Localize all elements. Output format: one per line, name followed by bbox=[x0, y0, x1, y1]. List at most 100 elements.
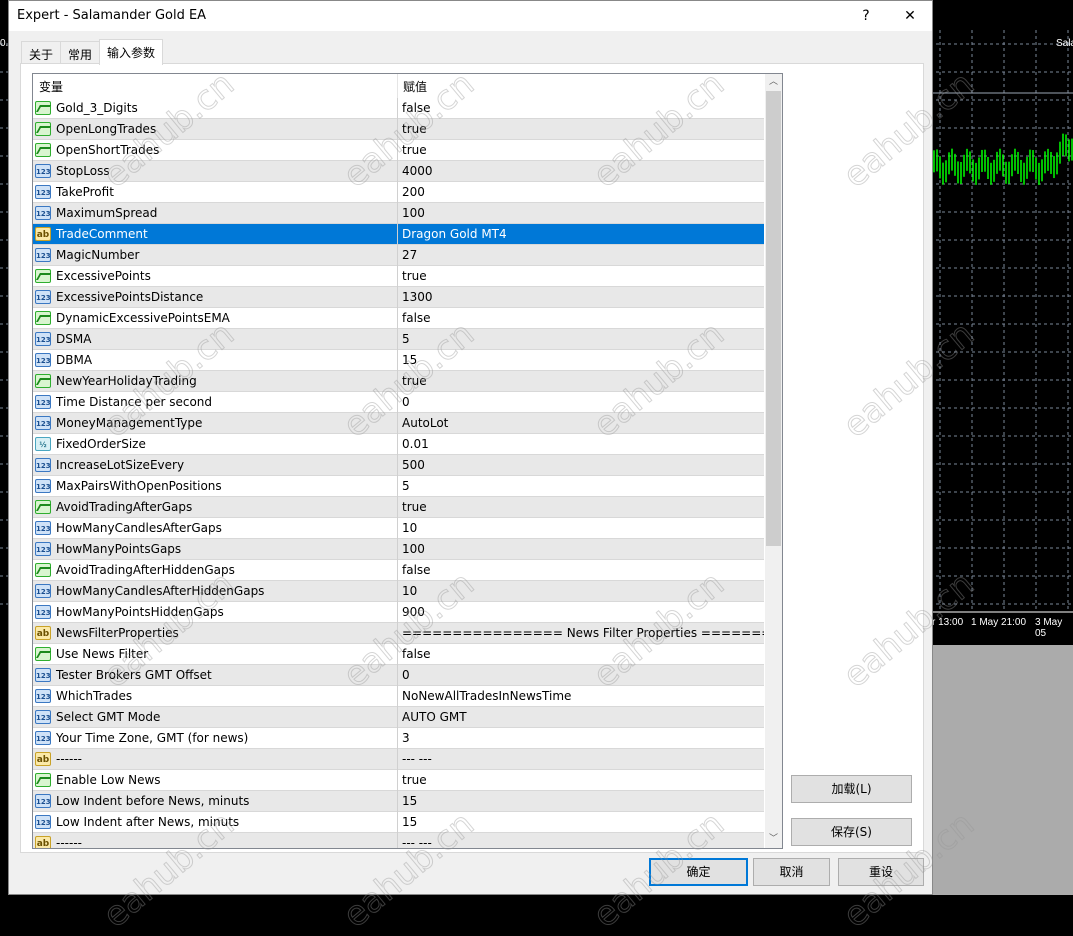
parameter-row[interactable]: 123 TakeProfit 200 bbox=[33, 181, 764, 203]
tab-inputs[interactable]: 输入参数 bbox=[99, 39, 164, 65]
parameter-name-cell[interactable]: 123 HowManyCandlesAfterHiddenGaps bbox=[33, 580, 398, 602]
parameter-name-cell[interactable]: AvoidTradingAfterHiddenGaps bbox=[33, 559, 398, 581]
parameter-name-cell[interactable]: 123 Your Time Zone, GMT (for news) bbox=[33, 727, 398, 749]
parameter-row[interactable]: DynamicExcessivePointsEMA false bbox=[33, 307, 764, 329]
parameter-value[interactable]: true bbox=[398, 122, 764, 136]
parameter-row[interactable]: 123 ExcessivePointsDistance 1300 bbox=[33, 286, 764, 308]
parameter-value[interactable]: true bbox=[398, 374, 764, 388]
parameter-value[interactable]: --- --- bbox=[398, 836, 764, 848]
parameter-value[interactable]: 15 bbox=[398, 794, 764, 808]
parameter-value[interactable]: 3 bbox=[398, 731, 764, 745]
parameter-name-cell[interactable]: AvoidTradingAfterGaps bbox=[33, 496, 398, 518]
parameter-name-cell[interactable]: 123 Time Distance per second bbox=[33, 391, 398, 413]
parameter-value[interactable]: false bbox=[398, 563, 764, 577]
vertical-scrollbar[interactable]: ︿ ﹀ bbox=[765, 74, 782, 848]
parameter-value[interactable]: 15 bbox=[398, 815, 764, 829]
parameter-name-cell[interactable]: 123 TakeProfit bbox=[33, 181, 398, 203]
parameter-name-cell[interactable]: 123 StopLoss bbox=[33, 160, 398, 182]
parameter-row[interactable]: 123 Tester Brokers GMT Offset 0 bbox=[33, 664, 764, 686]
parameter-value[interactable]: false bbox=[398, 647, 764, 661]
parameter-row[interactable]: ab ------ --- --- bbox=[33, 748, 764, 770]
parameter-value[interactable]: 4000 bbox=[398, 164, 764, 178]
tab-common[interactable]: 常用 bbox=[60, 41, 101, 65]
parameter-name-cell[interactable]: 123 MaximumSpread bbox=[33, 202, 398, 224]
parameter-name-cell[interactable]: 123 MagicNumber bbox=[33, 244, 398, 266]
parameter-row[interactable]: Enable Low News true bbox=[33, 769, 764, 791]
parameter-value[interactable]: AUTO GMT bbox=[398, 710, 764, 724]
parameter-value[interactable]: 10 bbox=[398, 521, 764, 535]
parameter-row[interactable]: AvoidTradingAfterGaps true bbox=[33, 496, 764, 518]
parameter-row[interactable]: 123 MagicNumber 27 bbox=[33, 244, 764, 266]
parameter-value[interactable]: 0 bbox=[398, 668, 764, 682]
parameter-value[interactable]: Dragon Gold MT4 bbox=[398, 227, 764, 241]
parameter-value[interactable]: 200 bbox=[398, 185, 764, 199]
parameter-row[interactable]: 123 MoneyManagementType AutoLot bbox=[33, 412, 764, 434]
parameter-value[interactable]: 5 bbox=[398, 332, 764, 346]
parameter-row[interactable]: 123 HowManyPointsHiddenGaps 900 bbox=[33, 601, 764, 623]
reset-button[interactable]: 重设 bbox=[838, 858, 924, 886]
parameter-name-cell[interactable]: OpenLongTrades bbox=[33, 118, 398, 140]
parameter-value[interactable]: 0.01 bbox=[398, 437, 764, 451]
parameter-row[interactable]: 123 Low Indent after News, minuts 15 bbox=[33, 811, 764, 833]
scroll-down-icon[interactable]: ﹀ bbox=[765, 831, 782, 848]
parameter-name-cell[interactable]: ExcessivePoints bbox=[33, 265, 398, 287]
parameter-name-cell[interactable]: 123 Select GMT Mode bbox=[33, 706, 398, 728]
column-header-variable[interactable]: 变量 bbox=[39, 78, 63, 95]
parameter-row[interactable]: 123 HowManyCandlesAfterHiddenGaps 10 bbox=[33, 580, 764, 602]
parameter-name-cell[interactable]: 123 ExcessivePointsDistance bbox=[33, 286, 398, 308]
parameter-value[interactable]: 0 bbox=[398, 395, 764, 409]
parameter-row[interactable]: 123 DSMA 5 bbox=[33, 328, 764, 350]
parameter-name-cell[interactable]: 123 Tester Brokers GMT Offset bbox=[33, 664, 398, 686]
parameter-row[interactable]: OpenLongTrades true bbox=[33, 118, 764, 140]
parameter-row[interactable]: Use News Filter false bbox=[33, 643, 764, 665]
parameter-row[interactable]: 123 HowManyPointsGaps 100 bbox=[33, 538, 764, 560]
parameter-value[interactable]: true bbox=[398, 143, 764, 157]
parameter-row[interactable]: AvoidTradingAfterHiddenGaps false bbox=[33, 559, 764, 581]
parameter-value[interactable]: false bbox=[398, 101, 764, 115]
parameter-value[interactable]: 900 bbox=[398, 605, 764, 619]
ok-button[interactable]: 确定 bbox=[649, 858, 748, 886]
cancel-button[interactable]: 取消 bbox=[753, 858, 830, 886]
parameter-row[interactable]: OpenShortTrades true bbox=[33, 139, 764, 161]
parameter-name-cell[interactable]: ab NewsFilterProperties bbox=[33, 622, 398, 644]
parameter-row[interactable]: 123 HowManyCandlesAfterGaps 10 bbox=[33, 517, 764, 539]
parameter-name-cell[interactable]: ab ------ bbox=[33, 832, 398, 848]
column-header-value[interactable]: 赋值 bbox=[403, 78, 427, 95]
parameter-name-cell[interactable]: 123 HowManyPointsHiddenGaps bbox=[33, 601, 398, 623]
parameter-name-cell[interactable]: Enable Low News bbox=[33, 769, 398, 791]
parameter-name-cell[interactable]: 123 IncreaseLotSizeEvery bbox=[33, 454, 398, 476]
parameter-row[interactable]: 123 Time Distance per second 0 bbox=[33, 391, 764, 413]
parameter-value[interactable]: true bbox=[398, 500, 764, 514]
parameter-row[interactable]: Gold_3_Digits false bbox=[33, 97, 764, 119]
parameter-name-cell[interactable]: 123 Low Indent before News, minuts bbox=[33, 790, 398, 812]
parameter-name-cell[interactable]: 123 MoneyManagementType bbox=[33, 412, 398, 434]
parameter-row[interactable]: ab TradeComment Dragon Gold MT4 bbox=[33, 223, 764, 245]
parameter-value[interactable]: false bbox=[398, 311, 764, 325]
parameter-name-cell[interactable]: 123 DSMA bbox=[33, 328, 398, 350]
close-button[interactable]: ✕ bbox=[895, 5, 925, 27]
parameter-row[interactable]: ab ------ --- --- bbox=[33, 832, 764, 848]
parameter-value[interactable]: 27 bbox=[398, 248, 764, 262]
parameter-value[interactable]: 100 bbox=[398, 542, 764, 556]
parameter-name-cell[interactable]: 123 HowManyCandlesAfterGaps bbox=[33, 517, 398, 539]
parameter-row[interactable]: 123 MaximumSpread 100 bbox=[33, 202, 764, 224]
parameter-value[interactable]: 10 bbox=[398, 584, 764, 598]
parameter-value[interactable]: ================ News Filter Properties … bbox=[398, 626, 764, 640]
parameter-name-cell[interactable]: ab TradeComment bbox=[33, 223, 398, 245]
scroll-thumb[interactable] bbox=[766, 91, 781, 546]
parameter-row[interactable]: 123 Select GMT Mode AUTO GMT bbox=[33, 706, 764, 728]
parameter-row[interactable]: 123 MaxPairsWithOpenPositions 5 bbox=[33, 475, 764, 497]
parameter-value[interactable]: AutoLot bbox=[398, 416, 764, 430]
scroll-up-icon[interactable]: ︿ bbox=[765, 74, 782, 91]
parameter-name-cell[interactable]: 123 HowManyPointsGaps bbox=[33, 538, 398, 560]
parameter-value[interactable]: NoNewAllTradesInNewsTime bbox=[398, 689, 764, 703]
parameter-row[interactable]: 123 DBMA 15 bbox=[33, 349, 764, 371]
tab-about[interactable]: 关于 bbox=[21, 41, 62, 65]
parameter-value[interactable]: true bbox=[398, 773, 764, 787]
parameter-name-cell[interactable]: Gold_3_Digits bbox=[33, 97, 398, 119]
parameter-name-cell[interactable]: 123 Low Indent after News, minuts bbox=[33, 811, 398, 833]
parameter-row[interactable]: 123 Low Indent before News, minuts 15 bbox=[33, 790, 764, 812]
parameter-name-cell[interactable]: 123 DBMA bbox=[33, 349, 398, 371]
parameter-name-cell[interactable]: DynamicExcessivePointsEMA bbox=[33, 307, 398, 329]
parameter-row[interactable]: 123 StopLoss 4000 bbox=[33, 160, 764, 182]
